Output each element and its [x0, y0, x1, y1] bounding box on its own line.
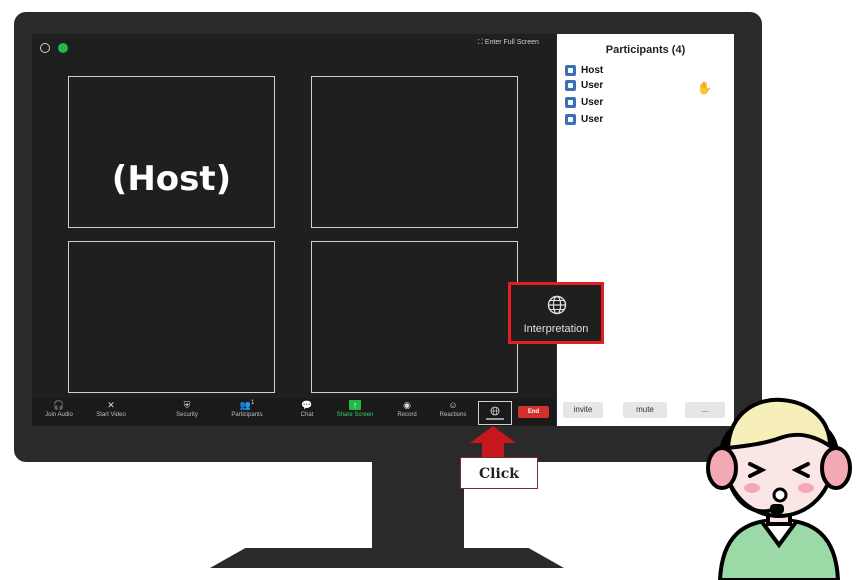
participant-avatar-icon: [565, 65, 576, 76]
video-tile[interactable]: [311, 241, 518, 393]
monitor-base: [210, 548, 564, 568]
participant-avatar-icon: [565, 114, 576, 125]
monitor-stand: [372, 460, 464, 550]
enter-full-screen-button[interactable]: ⛶ Enter Full Screen: [478, 39, 539, 47]
participant-avatar-icon: [565, 80, 576, 91]
chat-icon: 💬: [301, 400, 313, 410]
shield-icon: ⛨: [183, 400, 191, 410]
participants-count: 1: [250, 400, 255, 406]
video-tile[interactable]: [68, 241, 275, 393]
participants-icon: 👥1: [239, 400, 255, 410]
video-off-icon: ✕: [107, 400, 115, 410]
info-icon[interactable]: [40, 43, 50, 53]
invite-button[interactable]: invite: [563, 402, 603, 418]
globe-icon: [547, 295, 567, 315]
video-tile[interactable]: [311, 76, 518, 228]
globe-icon: [486, 406, 504, 420]
reactions-icon: ☺: [448, 400, 458, 410]
participants-button[interactable]: 👥1 Participants: [224, 400, 270, 418]
record-icon: ◉: [403, 400, 411, 410]
up-arrow-icon: [470, 426, 516, 460]
chat-button[interactable]: 💬 Chat: [284, 400, 330, 418]
end-meeting-button[interactable]: End: [518, 406, 549, 418]
participant-row[interactable]: User: [565, 80, 603, 94]
fullscreen-icon: ⛶: [478, 39, 483, 46]
interpreter-headset-icon: [706, 397, 852, 580]
participant-row[interactable]: User: [565, 97, 603, 111]
host-tile-label: (Host): [111, 159, 232, 199]
participant-avatar-icon: [565, 97, 576, 108]
share-screen-button[interactable]: ↑ Share Screen: [332, 400, 378, 418]
participant-row[interactable]: User: [565, 114, 603, 128]
mute-all-button[interactable]: mute: [623, 402, 667, 418]
meeting-info-icons: [40, 40, 72, 58]
headphones-icon: 🎧: [53, 400, 65, 410]
raised-hand-icon: ✋: [697, 81, 712, 95]
share-screen-icon: ↑: [349, 400, 361, 410]
record-button[interactable]: ◉ Record: [384, 400, 430, 418]
interpretation-callout: Interpretation: [508, 282, 604, 344]
interpretation-button[interactable]: [478, 401, 512, 425]
participant-row-host[interactable]: Host: [565, 65, 603, 79]
click-instruction-label: Click: [460, 457, 538, 489]
video-tile-host[interactable]: (Host): [68, 76, 275, 228]
security-button[interactable]: ⛨ Security: [164, 400, 210, 418]
interpretation-label: Interpretation: [523, 323, 589, 335]
join-audio-button[interactable]: 🎧 Join Audio: [36, 400, 82, 418]
encryption-shield-icon[interactable]: [58, 43, 69, 53]
meeting-video-area: (Host): [32, 34, 556, 426]
start-video-button[interactable]: ✕ Start Video: [88, 400, 134, 418]
participants-title: Participants (4): [605, 44, 686, 56]
reactions-button[interactable]: ☺ Reactions: [430, 400, 476, 418]
